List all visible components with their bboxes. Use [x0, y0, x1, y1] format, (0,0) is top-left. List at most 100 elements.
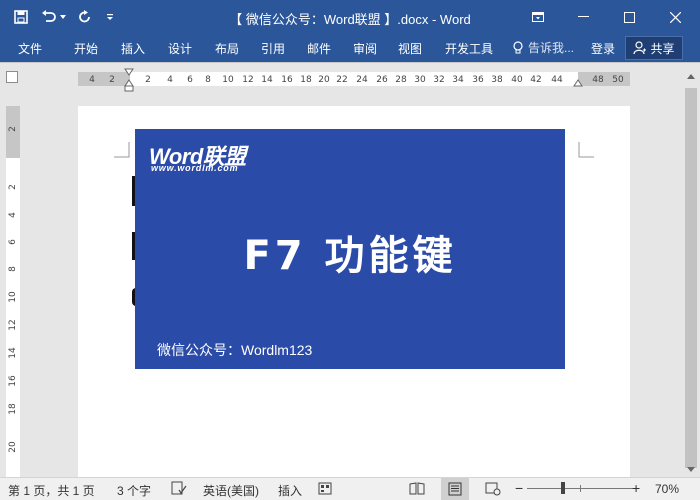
- lightbulb-icon: [513, 40, 523, 53]
- minimize-button[interactable]: [560, 0, 606, 34]
- proofing-icon[interactable]: [171, 481, 187, 496]
- ruler-tick-label: 18: [8, 403, 18, 415]
- ruler-tick-label: 2: [8, 184, 18, 190]
- ruler-tick-label: 2: [145, 75, 151, 85]
- ribbon-tab-bar: 文件 开始 插入 设计 布局 引用 邮件 审阅 视图 开发工具 告诉我... 登…: [0, 34, 700, 62]
- ruler-tick-label: 10: [8, 291, 18, 303]
- ruler-tick-label: 16: [281, 75, 293, 85]
- crop-mark-top-right: [578, 142, 594, 158]
- ruler-tick-label: 22: [336, 75, 348, 85]
- close-icon: [669, 11, 681, 23]
- ruler-tick-label: 4: [8, 212, 18, 218]
- quick-access-toolbar: [0, 0, 118, 34]
- vertical-scrollbar[interactable]: [682, 68, 700, 477]
- banner-image[interactable]: Word联盟 www.wordlm.com F7 功能键 微信公众号：Wordl…: [135, 129, 565, 369]
- undo-icon: [42, 10, 56, 22]
- redo-icon: [79, 10, 90, 23]
- right-indent-marker-icon[interactable]: [573, 79, 583, 87]
- zoom-in-button[interactable]: +: [632, 480, 640, 496]
- sign-in-link[interactable]: 登录: [591, 40, 615, 57]
- zoom-slider-thumb[interactable]: [561, 482, 565, 494]
- print-layout-button[interactable]: [441, 478, 469, 500]
- ruler-tick-label: 34: [452, 75, 464, 85]
- status-bar: 第 1 页，共 1 页 3 个字 英语(美国) 插入 − + 70%: [0, 477, 700, 500]
- customize-icon: [107, 14, 113, 20]
- ruler-tick-label: 14: [8, 347, 18, 359]
- zoom-level[interactable]: 70%: [655, 482, 679, 496]
- undo-dropdown-icon[interactable]: [60, 0, 68, 34]
- tab-view[interactable]: 视图: [398, 40, 422, 57]
- close-button[interactable]: [652, 0, 698, 34]
- horizontal-ruler[interactable]: 4 2 2 4 6 8 10 12 14 16 18 20 22 24 26 28 30 32 34 36 38 40 42…: [78, 72, 630, 86]
- ruler-tick-label: 10: [222, 75, 234, 85]
- tell-me-label: 告诉我...: [528, 41, 575, 55]
- ruler-tick-label: 2: [109, 75, 115, 85]
- web-layout-icon[interactable]: [485, 481, 501, 496]
- tab-developer[interactable]: 开发工具: [445, 40, 493, 57]
- vertical-ruler[interactable]: 2 2 4 6 8 10 12 14 16 18 20: [6, 106, 20, 478]
- ruler-tick-label: 24: [356, 75, 368, 85]
- ruler-strip: 4 2 2 4 6 8 10 12 14 16 18 20 22 24 26 28 30 32 34 36 38 40 42…: [0, 62, 700, 95]
- tab-home[interactable]: 开始: [74, 40, 98, 57]
- tell-me-box[interactable]: 告诉我...: [512, 39, 574, 56]
- scroll-up-button[interactable]: [682, 68, 700, 84]
- ruler-tick-label: 14: [261, 75, 273, 85]
- tab-review[interactable]: 审阅: [353, 40, 377, 57]
- ruler-tick-label: 6: [187, 75, 193, 85]
- left-margin-shade: [78, 72, 130, 86]
- tab-layout[interactable]: 布局: [215, 40, 239, 57]
- tab-insert[interactable]: 插入: [121, 40, 145, 57]
- word-count[interactable]: 3 个字: [117, 482, 151, 499]
- ruler-tick-label: 18: [300, 75, 312, 85]
- ruler-tick-label: 26: [376, 75, 388, 85]
- ruler-tick-label: 44: [551, 75, 563, 85]
- ruler-tick-label: 38: [491, 75, 503, 85]
- ruler-tick-label: 50: [612, 75, 624, 85]
- zoom-out-button[interactable]: −: [515, 480, 523, 496]
- tab-mailings[interactable]: 邮件: [307, 40, 331, 57]
- page-count[interactable]: 第 1 页，共 1 页: [8, 482, 95, 499]
- title-bar: 【 微信公众号：Word联盟 】.docx - Word: [0, 0, 700, 34]
- ruler-tick-label: 12: [242, 75, 254, 85]
- crop-mark-top-left: [114, 142, 130, 158]
- redo-button[interactable]: [74, 0, 96, 34]
- maximize-icon: [623, 11, 635, 23]
- indent-marker-icon[interactable]: [124, 68, 134, 92]
- ruler-tick-label: 30: [414, 75, 426, 85]
- ruler-tick-label: 8: [205, 75, 211, 85]
- macro-record-icon[interactable]: [318, 481, 332, 496]
- ribbon-display-options-button[interactable]: [515, 0, 561, 34]
- scroll-down-button[interactable]: [682, 461, 700, 477]
- tab-file[interactable]: 文件: [18, 40, 42, 57]
- language[interactable]: 英语(美国): [203, 482, 259, 499]
- ruler-tick-label: 42: [530, 75, 542, 85]
- share-label: 共享: [650, 41, 675, 56]
- ruler-tick-label: 36: [472, 75, 484, 85]
- banner-headline: F7 功能键: [243, 233, 457, 279]
- save-icon: [14, 10, 28, 24]
- person-icon: [633, 41, 647, 55]
- ruler-tick-label: 32: [433, 75, 445, 85]
- undo-button[interactable]: [38, 0, 60, 34]
- tab-references[interactable]: 引用: [261, 40, 285, 57]
- ruler-tick-label: 8: [8, 266, 18, 272]
- ruler-tick-label: 6: [8, 239, 18, 245]
- share-button[interactable]: 共享: [625, 36, 683, 60]
- ruler-tick-label: 4: [167, 75, 173, 85]
- tab-selector[interactable]: [6, 71, 18, 83]
- customize-qat-button[interactable]: [102, 0, 118, 34]
- banner-logo-url: www.wordlm.com: [151, 163, 239, 173]
- ruler-tick-label: 20: [318, 75, 330, 85]
- insert-mode[interactable]: 插入: [278, 482, 302, 499]
- minimize-icon: [577, 16, 589, 17]
- ruler-tick-label: 20: [8, 441, 18, 453]
- ruler-tick-label: 12: [8, 319, 18, 331]
- scroll-thumb[interactable]: [685, 88, 697, 468]
- ruler-tick-label: 2: [8, 126, 18, 132]
- read-mode-icon[interactable]: [409, 481, 425, 496]
- arrow-up-icon: [687, 73, 695, 79]
- maximize-button[interactable]: [606, 0, 652, 34]
- save-button[interactable]: [8, 0, 34, 34]
- banner-footer: 微信公众号：Wordlm123: [157, 342, 313, 358]
- tab-design[interactable]: 设计: [168, 40, 192, 57]
